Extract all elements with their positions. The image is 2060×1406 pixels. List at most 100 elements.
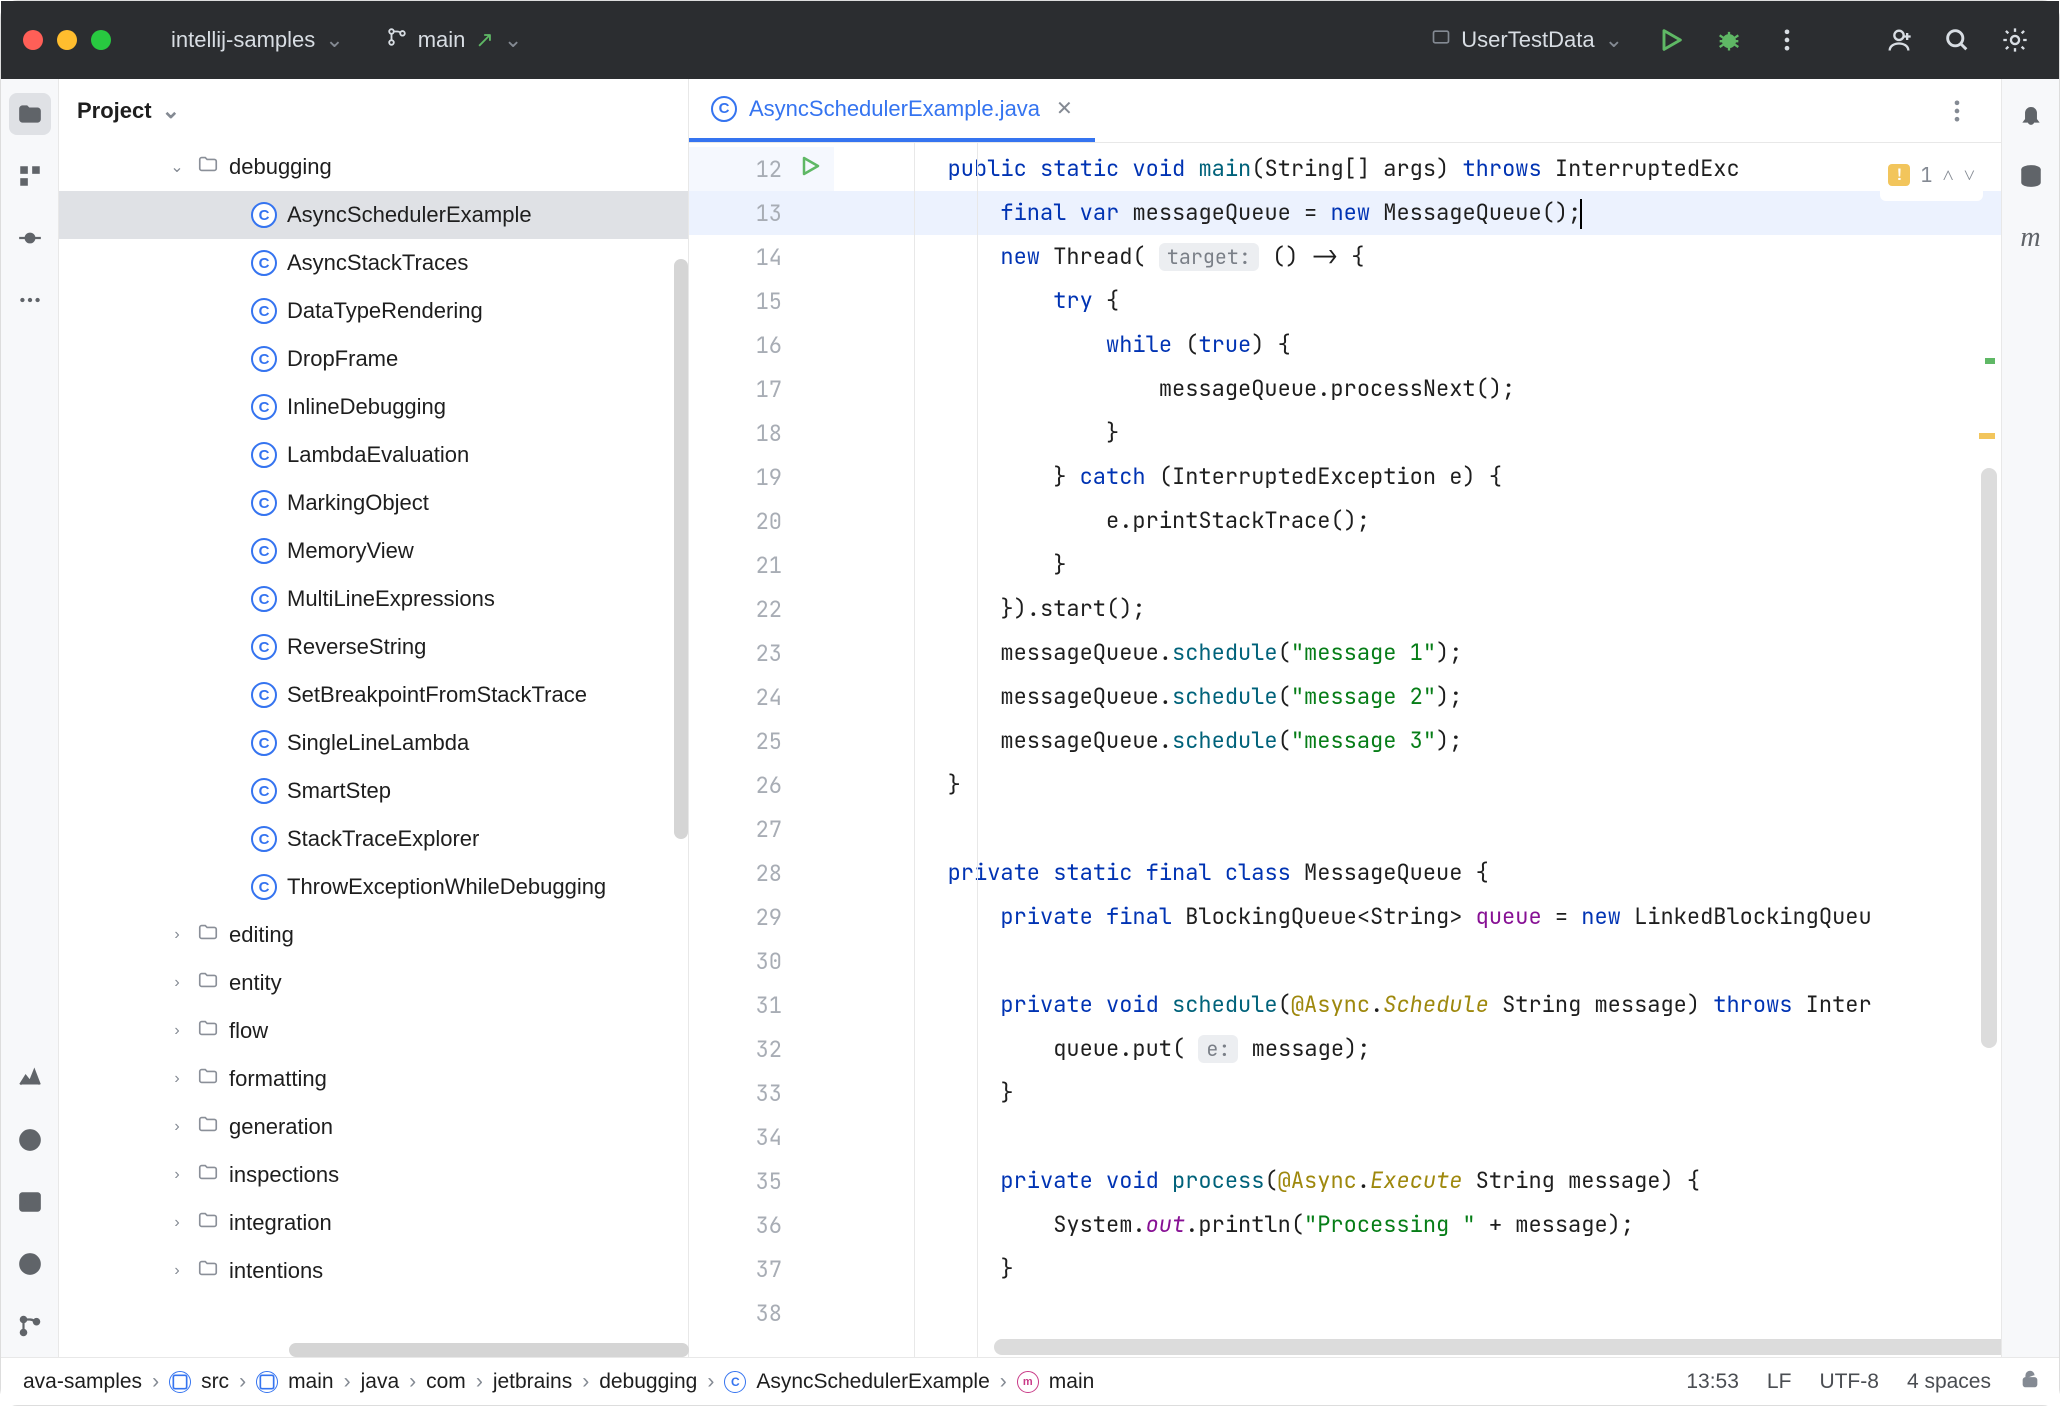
gutter-line[interactable]: 31 — [689, 983, 834, 1027]
gutter-line[interactable]: 34 — [689, 1115, 834, 1159]
project-vertical-scrollbar[interactable] — [674, 259, 688, 839]
close-window-button[interactable] — [23, 30, 43, 50]
gutter-line[interactable]: 36 — [689, 1203, 834, 1247]
gutter-line[interactable]: 13 — [689, 191, 834, 235]
code-line[interactable]: private final BlockingQueue<String> queu… — [834, 895, 2001, 939]
project-tool-button[interactable] — [9, 93, 51, 135]
editor-tab[interactable]: C AsyncSchedulerExample.java ✕ — [689, 79, 1095, 142]
project-selector[interactable]: intellij-samples ⌄ — [159, 21, 356, 59]
tree-folder-generation[interactable]: ›generation — [59, 1103, 688, 1151]
search-button[interactable] — [1935, 18, 1979, 62]
code-line[interactable]: final var messageQueue = new MessageQueu… — [834, 191, 2001, 235]
gutter-line[interactable]: 29 — [689, 895, 834, 939]
code-line[interactable]: e.printStackTrace(); — [834, 499, 2001, 543]
maven-tool-button[interactable]: m — [2010, 217, 2052, 259]
gutter-line[interactable]: 28 — [689, 851, 834, 895]
tree-class-LambdaEvaluation[interactable]: CLambdaEvaluation — [59, 431, 688, 479]
code-line[interactable]: messageQueue.schedule("message 2"); — [834, 675, 2001, 719]
code-line[interactable]: private void process(@Async.Execute Stri… — [834, 1159, 2001, 1203]
breadcrumbs[interactable]: ava-samples›src›main›java›com›jetbrains›… — [19, 1366, 1098, 1398]
code-line[interactable] — [834, 1291, 2001, 1335]
gutter-line[interactable]: 24 — [689, 675, 834, 719]
tree-class-ReverseString[interactable]: CReverseString — [59, 623, 688, 671]
gutter-line[interactable]: 35 — [689, 1159, 834, 1203]
minimize-window-button[interactable] — [57, 30, 77, 50]
code-line[interactable]: messageQueue.schedule("message 1"); — [834, 631, 2001, 675]
gutter-line[interactable]: 22 — [689, 587, 834, 631]
breadcrumb-item[interactable]: mmain — [1013, 1366, 1099, 1398]
terminal-tool-button[interactable] — [9, 1181, 51, 1223]
code-line[interactable] — [834, 1115, 2001, 1159]
caret-position-widget[interactable]: 13:53 — [1686, 1370, 1739, 1394]
tree-folder-intentions[interactable]: ›intentions — [59, 1247, 688, 1295]
gutter-line[interactable]: 25 — [689, 719, 834, 763]
tree-class-SingleLineLambda[interactable]: CSingleLineLambda — [59, 719, 688, 767]
breadcrumb-item[interactable]: main — [252, 1366, 338, 1398]
structure-tool-button[interactable] — [9, 155, 51, 197]
gutter-line[interactable]: 17 — [689, 367, 834, 411]
code-line[interactable]: private static final class MessageQueue … — [834, 851, 2001, 895]
run-config-selector[interactable]: UserTestData ⌄ — [1419, 21, 1635, 59]
code-line[interactable]: } — [834, 763, 2001, 807]
breadcrumb-item[interactable]: jetbrains — [489, 1366, 576, 1398]
gutter-line[interactable]: 16 — [689, 323, 834, 367]
editor-code[interactable]: ! 1 ˄ ˅ public static void main(String[]… — [834, 143, 2001, 1357]
code-line[interactable]: } — [834, 1071, 2001, 1115]
gutter-line[interactable]: 18 — [689, 411, 834, 455]
editor-body[interactable]: 1213141516171819202122232425262728293031… — [689, 143, 2001, 1357]
debug-button[interactable] — [1707, 18, 1751, 62]
code-with-me-button[interactable] — [1877, 18, 1921, 62]
gutter-line[interactable]: 19 — [689, 455, 834, 499]
code-line[interactable]: } — [834, 1247, 2001, 1291]
close-tab-button[interactable]: ✕ — [1056, 96, 1073, 121]
database-tool-button[interactable] — [2010, 155, 2052, 197]
tree-folder-flow[interactable]: ›flow — [59, 1007, 688, 1055]
tree-folder-formatting[interactable]: ›formatting — [59, 1055, 688, 1103]
chevron-down-icon[interactable]: ˅ — [1964, 153, 1975, 197]
tree-class-StackTraceExplorer[interactable]: CStackTraceExplorer — [59, 815, 688, 863]
tree-folder-inspections[interactable]: ›inspections — [59, 1151, 688, 1199]
code-line[interactable] — [834, 807, 2001, 851]
code-line[interactable]: } — [834, 543, 2001, 587]
code-line[interactable]: private void schedule(@Async.Schedule St… — [834, 983, 2001, 1027]
gutter-line[interactable]: 14 — [689, 235, 834, 279]
tree-class-SetBreakpointFromStackTrace[interactable]: CSetBreakpointFromStackTrace — [59, 671, 688, 719]
gutter-line[interactable]: 21 — [689, 543, 834, 587]
run-tool-button[interactable] — [9, 1119, 51, 1161]
code-line[interactable]: new Thread( target: () -> { — [834, 235, 2001, 279]
code-line[interactable]: messageQueue.schedule("message 3"); — [834, 719, 2001, 763]
vcs-tool-button[interactable] — [9, 1305, 51, 1347]
tree-class-MemoryView[interactable]: CMemoryView — [59, 527, 688, 575]
settings-button[interactable] — [1993, 18, 2037, 62]
tree-folder-editing[interactable]: ›editing — [59, 911, 688, 959]
code-line[interactable]: }).start(); — [834, 587, 2001, 631]
more-actions-button[interactable] — [1765, 18, 1809, 62]
code-line[interactable]: } — [834, 411, 2001, 455]
editor-horizontal-scrollbar[interactable] — [994, 1339, 2001, 1355]
more-tools-button[interactable] — [9, 279, 51, 321]
inspection-widget[interactable]: ! 1 ˄ ˅ — [1880, 149, 1983, 201]
gutter-line[interactable]: 23 — [689, 631, 834, 675]
gutter-line[interactable]: 20 — [689, 499, 834, 543]
breadcrumb-item[interactable]: debugging — [595, 1366, 701, 1398]
tree-class-DropFrame[interactable]: CDropFrame — [59, 335, 688, 383]
tree-class-SmartStep[interactable]: CSmartStep — [59, 767, 688, 815]
code-line[interactable]: System.out.println("Processing " + messa… — [834, 1203, 2001, 1247]
breadcrumb-item[interactable]: CAsyncSchedulerExample — [720, 1366, 993, 1398]
tree-folder-entity[interactable]: ›entity — [59, 959, 688, 1007]
code-line[interactable]: try { — [834, 279, 2001, 323]
code-line[interactable]: messageQueue.processNext(); — [834, 367, 2001, 411]
tree-folder-debugging[interactable]: ⌄debugging — [59, 143, 688, 191]
project-tree[interactable]: ⌄debuggingCAsyncSchedulerExampleCAsyncSt… — [59, 143, 688, 1357]
tree-class-AsyncSchedulerExample[interactable]: CAsyncSchedulerExample — [59, 191, 688, 239]
problems-tool-button[interactable] — [9, 1243, 51, 1285]
profiler-tool-button[interactable] — [9, 1057, 51, 1099]
notifications-button[interactable] — [2010, 93, 2052, 135]
code-line[interactable]: } catch (InterruptedException e) { — [834, 455, 2001, 499]
readonly-toggle[interactable] — [2019, 1368, 2041, 1396]
code-line[interactable] — [834, 939, 2001, 983]
tree-folder-integration[interactable]: ›integration — [59, 1199, 688, 1247]
indent-widget[interactable]: 4 spaces — [1907, 1370, 1991, 1394]
breadcrumb-item[interactable]: ava-samples — [19, 1366, 146, 1398]
chevron-up-icon[interactable]: ˄ — [1942, 153, 1953, 197]
